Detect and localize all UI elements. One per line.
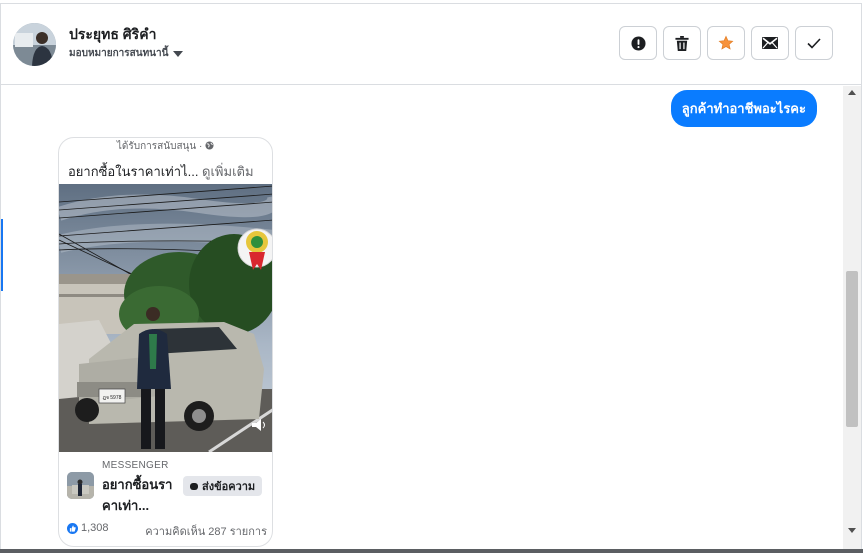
sponsored-text: ได้รับการสนับสนุน · xyxy=(116,141,206,152)
exclamation-circle-icon xyxy=(630,35,646,51)
message-thread[interactable]: ลูกค้าทำอาชีพอะไรคะ ได้รับการสนับสนุน · … xyxy=(1,86,843,551)
conversation-header: ประยุทธ ศิริคำ มอบหมายการสนทนานี้ xyxy=(1,4,861,85)
like-icon xyxy=(67,522,78,534)
see-more-link[interactable]: ดูเพิ่มเติม xyxy=(198,164,253,179)
ad-title: อยากซื้อนราคาเท่า... xyxy=(102,477,173,513)
send-message-label: ส่งข้อความ xyxy=(202,481,256,493)
scroll-up-arrow-icon[interactable] xyxy=(848,90,856,95)
header-actions xyxy=(619,26,833,60)
comments-count[interactable]: ความคิดเห็น 287 รายการ xyxy=(145,522,267,540)
star-icon xyxy=(718,35,734,50)
trash-icon xyxy=(675,35,689,51)
caret-down-icon xyxy=(173,50,184,57)
assign-label: มอบหมายการสนทนานี้ xyxy=(69,48,169,59)
ad-headline-text: อยากซื้อในราคาเท่าไ... xyxy=(68,164,199,179)
star-button[interactable] xyxy=(707,26,745,60)
user-avatar[interactable] xyxy=(13,23,56,66)
send-message-button[interactable]: ส่งข้อความ xyxy=(183,476,263,496)
delete-button[interactable] xyxy=(663,26,701,60)
chat-icon xyxy=(190,482,198,490)
ad-thumbnail xyxy=(67,472,94,499)
globe-icon xyxy=(205,141,214,150)
sponsored-label: ได้รับการสนับสนุน · xyxy=(59,139,272,154)
ad-video[interactable]: ฎจ 5978 xyxy=(59,184,272,452)
assign-conversation-dropdown[interactable]: มอบหมายการสนทนานี้ xyxy=(69,46,184,61)
likes-number: 1,308 xyxy=(81,522,109,534)
scroll-down-arrow-icon[interactable] xyxy=(848,528,856,533)
license-plate-text: ฎจ 5978 xyxy=(103,395,122,401)
report-button[interactable] xyxy=(619,26,657,60)
selection-accent xyxy=(1,219,3,291)
mail-button[interactable] xyxy=(751,26,789,60)
checkmark-icon xyxy=(807,37,821,49)
ad-headline[interactable]: อยากซื้อในราคาเท่าไ... ดูเพิ่มเติม xyxy=(68,161,254,182)
likes-count[interactable]: 1,308 xyxy=(67,522,109,534)
bottom-divider xyxy=(0,549,863,553)
vertical-scrollbar[interactable] xyxy=(843,86,861,551)
scrollbar-thumb[interactable] xyxy=(846,271,858,427)
ad-card[interactable]: ได้รับการสนับสนุน · อยากซื้อในราคาเท่าไ.… xyxy=(58,137,273,547)
messenger-cta-row: MESSENGER อยากซื้อนราคาเท่า... ส่งข้อควา… xyxy=(67,460,267,516)
done-button[interactable] xyxy=(795,26,833,60)
outgoing-message-bubble: ลูกค้าทำอาชีพอะไรคะ xyxy=(670,90,817,127)
envelope-icon xyxy=(762,37,778,49)
user-name: ประยุทธ ศิริคำ xyxy=(69,26,157,42)
platform-label: MESSENGER xyxy=(102,460,169,471)
